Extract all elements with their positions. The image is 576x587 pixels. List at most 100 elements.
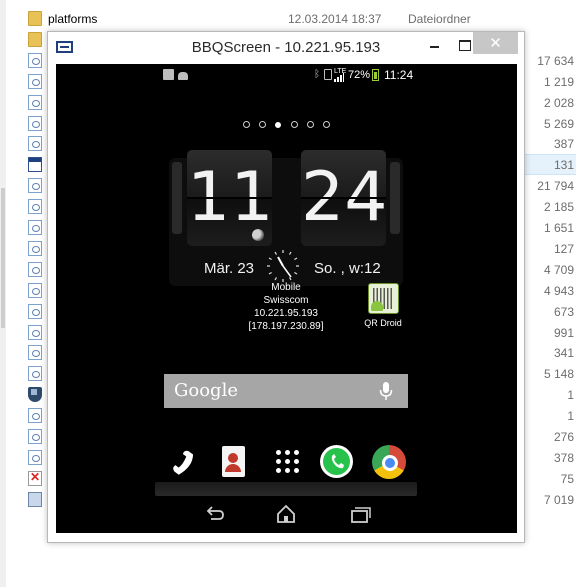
file-size: 1 bbox=[567, 388, 574, 403]
file-icon bbox=[28, 220, 42, 235]
file-icon bbox=[28, 136, 42, 152]
whatsapp-icon[interactable] bbox=[319, 444, 355, 480]
page-dot[interactable] bbox=[243, 121, 250, 128]
google-logo: Google bbox=[174, 380, 238, 401]
delete-file-icon bbox=[28, 470, 42, 486]
clock-minute: 24 bbox=[301, 158, 388, 237]
file-icon bbox=[28, 366, 42, 382]
clock-date: Mär. 23 bbox=[204, 260, 255, 277]
vibrate-icon bbox=[324, 69, 332, 80]
battery-icon bbox=[372, 69, 379, 81]
file-size: 4 709 bbox=[543, 262, 574, 277]
file-icon bbox=[28, 429, 42, 444]
connection-label: Mobile bbox=[271, 282, 301, 293]
phone-icon[interactable] bbox=[165, 444, 201, 480]
clock-hour: 11 bbox=[187, 158, 274, 237]
bluetooth-icon: ᛒ bbox=[314, 69, 320, 80]
home-icon[interactable] bbox=[274, 503, 298, 525]
setup-icon bbox=[28, 491, 42, 507]
file-icon bbox=[28, 408, 42, 424]
bbqscreen-window: BBQScreen - 10.221.95.193 ✕ ᛒ LTE 72% 11… bbox=[47, 31, 525, 543]
file-icon bbox=[28, 73, 42, 89]
moon-phase-icon bbox=[252, 229, 264, 241]
file-size: 75 bbox=[560, 471, 574, 486]
recent-apps-icon[interactable] bbox=[347, 503, 371, 525]
chrome-icon[interactable] bbox=[371, 444, 407, 480]
file-icon bbox=[28, 199, 42, 215]
close-icon: ✕ bbox=[489, 34, 502, 52]
file-size: 5 269 bbox=[543, 116, 574, 131]
page-dot[interactable] bbox=[323, 121, 330, 128]
battery-percent: 72% bbox=[348, 69, 371, 81]
clock-widget[interactable]: 11 24 Mär. 23 So. , w:12 bbox=[169, 150, 403, 286]
file-size: 4 943 bbox=[543, 283, 574, 298]
contacts-icon[interactable] bbox=[217, 444, 253, 480]
file-size: 276 bbox=[553, 430, 574, 444]
file-icon bbox=[28, 94, 42, 110]
carrier-name: Swisscom bbox=[263, 295, 309, 306]
navigation-bar bbox=[56, 497, 517, 533]
mic-icon[interactable] bbox=[379, 382, 393, 401]
file-name: platforms bbox=[48, 12, 98, 26]
signal-icon bbox=[334, 73, 344, 82]
status-bar[interactable]: ᛒ LTE 72% 11:24 bbox=[56, 64, 517, 86]
page-dot[interactable] bbox=[307, 121, 314, 128]
app-dock bbox=[155, 444, 417, 496]
file-date: 12.03.2014 18:37 bbox=[288, 12, 382, 26]
phone-screen[interactable]: ᛒ LTE 72% 11:24 11 24 Mär. 23 So. , w:12… bbox=[56, 64, 517, 533]
title-bar[interactable]: BBQScreen - 10.221.95.193 ✕ bbox=[48, 32, 524, 61]
app-drawer-icon[interactable] bbox=[269, 444, 305, 480]
page-indicator bbox=[243, 121, 333, 129]
file-icon bbox=[28, 240, 42, 256]
file-size: 341 bbox=[553, 346, 574, 361]
minimize-button[interactable] bbox=[419, 32, 449, 54]
file-icon bbox=[28, 449, 42, 465]
file-icon bbox=[28, 324, 42, 340]
qr-droid-icon[interactable] bbox=[368, 283, 399, 314]
file-icon bbox=[28, 303, 42, 319]
analog-clock-icon bbox=[267, 250, 299, 282]
file-size: 127 bbox=[553, 241, 574, 256]
file-size: 991 bbox=[553, 325, 574, 340]
file-icon bbox=[28, 282, 42, 298]
file-icon bbox=[28, 115, 42, 131]
file-size: 131 bbox=[553, 158, 574, 173]
folder-icon bbox=[28, 11, 42, 26]
page-dot[interactable] bbox=[259, 121, 266, 128]
file-size: 17 634 bbox=[537, 53, 574, 68]
file-icon bbox=[28, 178, 42, 194]
shield-icon bbox=[28, 387, 42, 403]
public-ip: [178.197.230.89] bbox=[248, 321, 324, 332]
google-search-bar[interactable]: Google bbox=[164, 374, 408, 408]
file-size: 1 219 bbox=[543, 74, 574, 89]
notification-icon bbox=[163, 69, 174, 80]
page-dot[interactable] bbox=[275, 122, 281, 128]
app-window-icon bbox=[28, 157, 42, 173]
clock-side-tab bbox=[172, 162, 182, 234]
file-size: 387 bbox=[553, 137, 574, 152]
local-ip: 10.221.95.193 bbox=[254, 308, 318, 319]
back-icon[interactable] bbox=[202, 503, 226, 525]
page-dot[interactable] bbox=[291, 121, 298, 128]
status-time: 11:24 bbox=[384, 68, 414, 82]
file-icon bbox=[28, 52, 42, 68]
qr-droid-label: QR Droid bbox=[364, 318, 402, 328]
mobile-info-widget[interactable]: Mobile Swisscom 10.221.95.193 [178.197.2… bbox=[246, 281, 326, 333]
file-size: 2 028 bbox=[543, 95, 574, 110]
file-size: 378 bbox=[553, 450, 574, 465]
clock-side-tab bbox=[390, 162, 400, 234]
dock-shelf bbox=[155, 482, 417, 496]
android-notification-icon bbox=[177, 69, 189, 80]
file-row[interactable]: platforms 12.03.2014 18:37 Dateiordner bbox=[0, 8, 576, 29]
file-size: 5 148 bbox=[543, 367, 574, 382]
close-button[interactable]: ✕ bbox=[473, 32, 518, 54]
file-icon bbox=[28, 261, 42, 277]
file-size: 1 bbox=[567, 409, 574, 424]
folder-icon bbox=[28, 31, 42, 47]
clock-day-week: So. , w:12 bbox=[314, 260, 381, 277]
file-icon bbox=[28, 345, 42, 361]
file-size: 1 651 bbox=[543, 221, 574, 235]
file-size: 2 185 bbox=[543, 200, 574, 215]
file-size: 7 019 bbox=[543, 492, 574, 507]
file-size: 21 794 bbox=[537, 179, 574, 194]
